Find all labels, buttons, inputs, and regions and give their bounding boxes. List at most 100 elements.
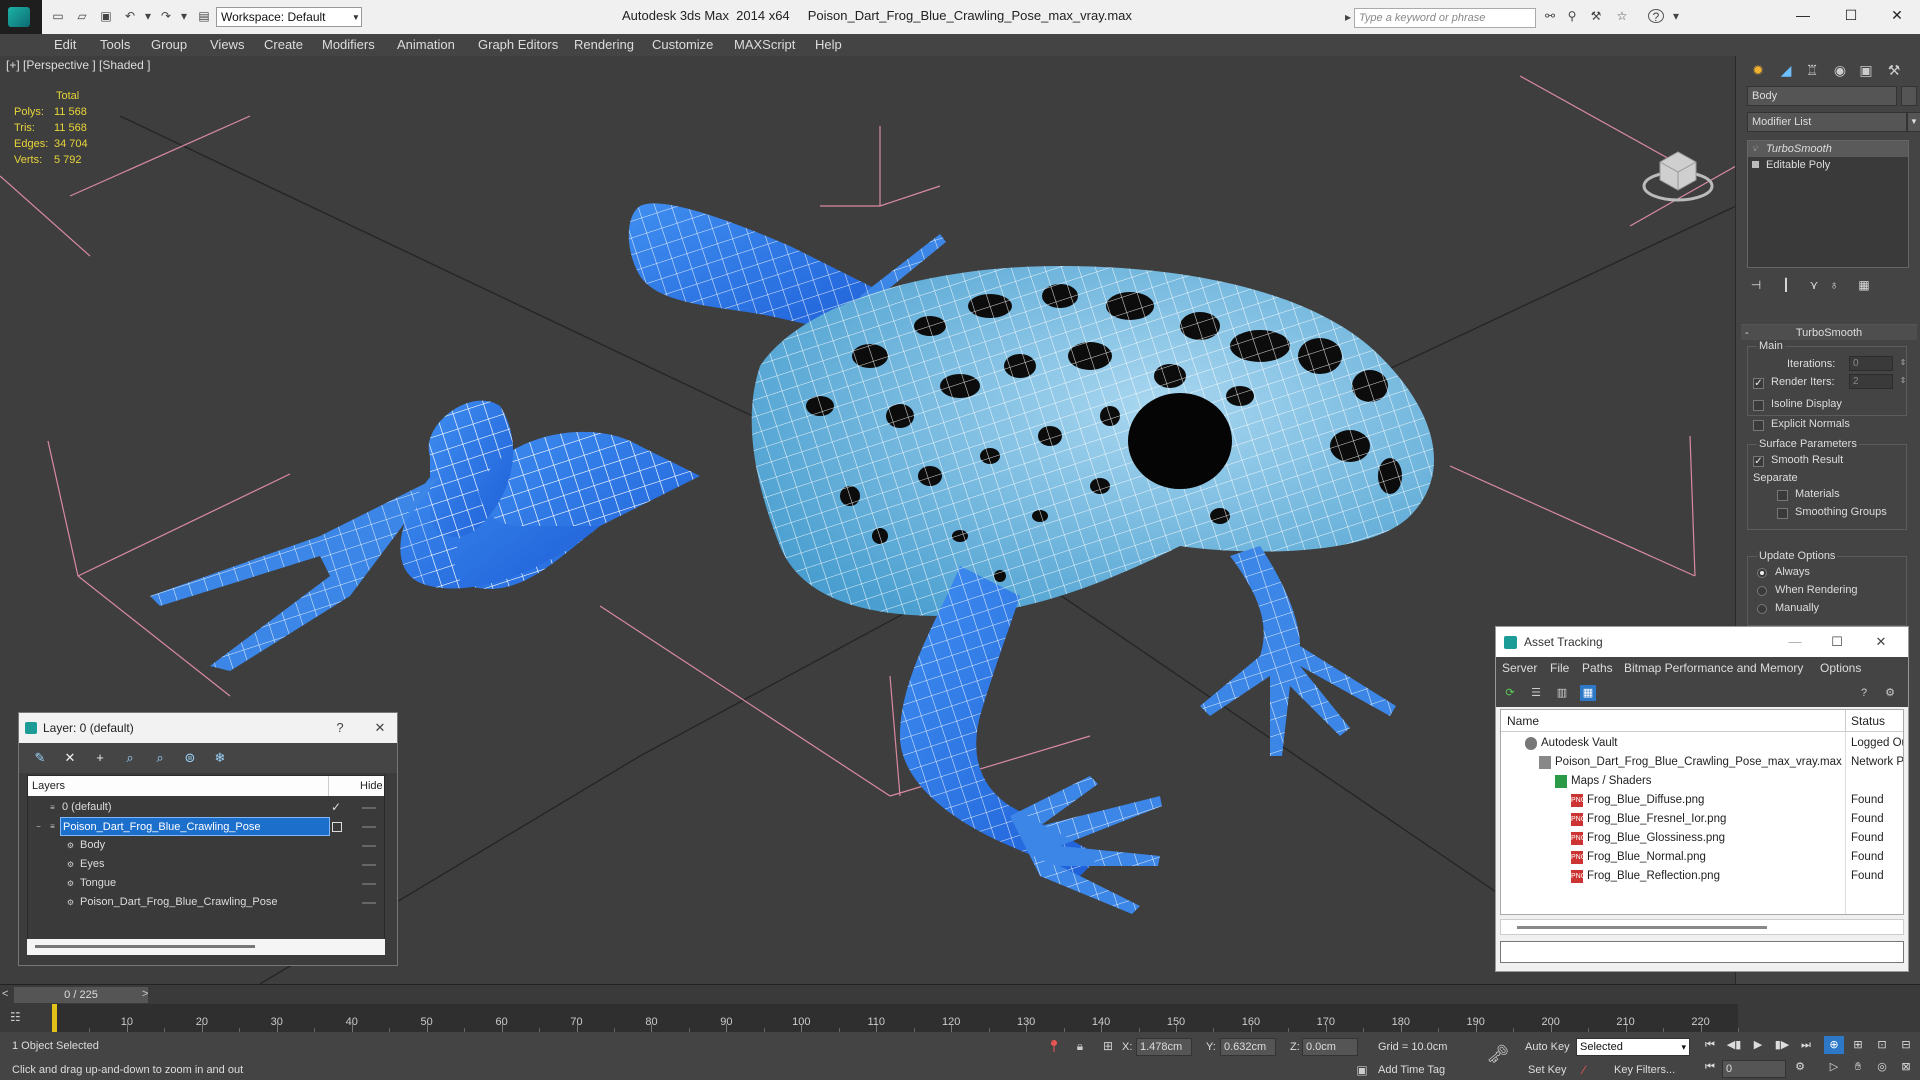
binoculars-icon[interactable]: ⚯: [1542, 9, 1558, 23]
orbit-icon[interactable]: ◎: [1872, 1058, 1892, 1076]
close-button[interactable]: ✕: [1866, 627, 1896, 657]
table-view-icon[interactable]: ▦: [1580, 685, 1596, 701]
open-file-icon[interactable]: ▱: [74, 9, 90, 23]
set-key-icon[interactable]: ⁄: [1576, 1062, 1592, 1078]
collapse-icon[interactable]: −: [34, 822, 43, 831]
isoline-display-checkbox[interactable]: [1753, 400, 1764, 411]
configure-modifier-sets-icon[interactable]: ▦: [1855, 276, 1873, 294]
iterations-spinner[interactable]: 0: [1849, 356, 1893, 371]
refresh-icon[interactable]: ⟳: [1502, 685, 1518, 701]
app-logo[interactable]: [0, 0, 42, 34]
maximize-viewport-icon[interactable]: ⊠: [1896, 1058, 1916, 1076]
pan-view-icon[interactable]: ✋︎: [1848, 1058, 1868, 1076]
thumbnail-view-icon[interactable]: ▥: [1554, 685, 1570, 701]
update-manually-radio[interactable]: [1757, 604, 1767, 614]
maximize-button[interactable]: ☐: [1822, 627, 1852, 657]
stack-item-editable-poly[interactable]: Editable Poly: [1748, 157, 1908, 173]
asset-row[interactable]: Autodesk Vault Logged Ou: [1501, 734, 1903, 753]
pin-stack-icon[interactable]: ⊣: [1747, 276, 1765, 294]
time-slider[interactable]: < 0 / 225 >: [0, 984, 1920, 1004]
object-name-field[interactable]: Body: [1747, 86, 1897, 106]
hide-toggle[interactable]: [362, 845, 376, 847]
select-objects-in-layer-icon[interactable]: ⌕: [121, 749, 139, 767]
zoom-icon[interactable]: ⊕: [1824, 1036, 1844, 1054]
key-filters-button[interactable]: Key Filters...: [1614, 1064, 1675, 1076]
y-coord-field[interactable]: 0.632cm: [1220, 1038, 1276, 1056]
explicit-normals-checkbox[interactable]: [1753, 420, 1764, 431]
remove-modifier-icon[interactable]: ♁: [1825, 276, 1843, 294]
render-iters-checkbox[interactable]: ✓: [1753, 378, 1764, 389]
menu-help[interactable]: Help: [815, 34, 842, 56]
create-layer-icon[interactable]: ✎: [31, 749, 49, 767]
time-slider-thumb[interactable]: 0 / 225: [14, 987, 148, 1003]
layer-row[interactable]: ⚙ Body: [28, 836, 384, 855]
utilities-tab-icon[interactable]: ⚒: [1881, 58, 1907, 82]
menu-tools[interactable]: Tools: [100, 34, 130, 56]
time-slider-next-button[interactable]: >: [142, 988, 148, 1000]
delete-layer-icon[interactable]: ✕: [61, 749, 79, 767]
key-set-dropdown[interactable]: Selected ▾: [1576, 1038, 1690, 1056]
time-tag-icon[interactable]: ▣: [1354, 1062, 1370, 1078]
scrollbar-thumb[interactable]: [1517, 926, 1767, 929]
asset-row[interactable]: PNG Frog_Blue_Normal.png Found: [1501, 848, 1903, 867]
add-time-tag-button[interactable]: Add Time Tag: [1378, 1064, 1445, 1076]
hide-toggle[interactable]: [362, 883, 376, 885]
workspace-extra-dropdown[interactable]: ▾: [348, 7, 364, 27]
layer-name[interactable]: Poison_Dart_Frog_Blue_Crawling_Pose: [60, 817, 330, 836]
status-column-header[interactable]: Status: [1851, 710, 1885, 732]
show-end-result-icon[interactable]: ┃: [1777, 276, 1795, 294]
menu-modifiers[interactable]: Modifiers: [322, 34, 375, 56]
project-folder-icon[interactable]: ▤: [196, 9, 212, 23]
layer-row[interactable]: − ≡ Poison_Dart_Frog_Blue_Crawling_Pose: [28, 817, 384, 836]
smooth-result-checkbox[interactable]: ✓: [1753, 456, 1764, 467]
selection-lock-icon[interactable]: 🔒︎: [1072, 1038, 1088, 1054]
hide-toggle[interactable]: [362, 807, 376, 809]
new-file-icon[interactable]: ▭: [50, 9, 66, 23]
menu-rendering[interactable]: Rendering: [574, 34, 634, 56]
asset-row[interactable]: Poison_Dart_Frog_Blue_Crawling_Pose_max_…: [1501, 753, 1903, 772]
play-icon[interactable]: ▶: [1748, 1036, 1768, 1054]
active-layer-check-icon[interactable]: ✓: [331, 798, 341, 817]
asset-menu-file[interactable]: File: [1550, 657, 1569, 679]
hide-toggle[interactable]: [362, 864, 376, 866]
object-name[interactable]: Eyes: [78, 855, 104, 874]
hide-column-header[interactable]: Hide: [360, 776, 383, 796]
help-icon[interactable]: ?: [1648, 9, 1664, 24]
active-layer-box[interactable]: [332, 822, 342, 832]
time-slider-prev-button[interactable]: <: [2, 988, 8, 1000]
hide-toggle[interactable]: [362, 902, 376, 904]
asset-menu-bitmap-performance[interactable]: Bitmap Performance and Memory: [1624, 657, 1803, 679]
menu-maxscript[interactable]: MAXScript: [734, 34, 795, 56]
next-frame-icon[interactable]: ▮▶: [1772, 1036, 1792, 1054]
update-always-radio[interactable]: [1757, 568, 1767, 578]
list-view-icon[interactable]: ☰: [1528, 685, 1544, 701]
layers-column-header[interactable]: Layers: [32, 776, 65, 796]
layer-row[interactable]: ⚙ Poison_Dart_Frog_Blue_Crawling_Pose: [28, 893, 384, 912]
track-bar-ruler[interactable]: 10 20 30 40 50 60 70 80 90 100 110 120 130 140 150 160 1…: [52, 1004, 1739, 1032]
modifier-list-dropdown[interactable]: Modifier List: [1747, 112, 1907, 132]
menu-graph-editors[interactable]: Graph Editors: [478, 34, 558, 56]
isolate-selection-icon[interactable]: 📍︎: [1046, 1038, 1062, 1054]
help-dropdown-icon[interactable]: ▾: [1668, 9, 1684, 23]
stack-item-turbosmooth[interactable]: 💡︎ TurboSmooth: [1748, 141, 1908, 157]
object-name[interactable]: Poison_Dart_Frog_Blue_Crawling_Pose: [78, 893, 278, 912]
set-keys-key-icon[interactable]: 🗝︎: [1486, 1045, 1510, 1063]
update-when-rendering-radio[interactable]: [1757, 586, 1767, 596]
layer-dialog-titlebar[interactable]: Layer: 0 (default) ? ✕: [19, 713, 397, 743]
freeze-all-layers-icon[interactable]: ❄: [211, 749, 229, 767]
create-tab-icon[interactable]: ✹: [1745, 58, 1771, 82]
key-mode-toggle-icon[interactable]: ⏮: [1700, 1058, 1720, 1076]
asset-dialog-titlebar[interactable]: Asset Tracking — ☐ ✕: [1496, 627, 1908, 657]
horizontal-scrollbar[interactable]: [1500, 919, 1904, 935]
asset-row[interactable]: PNG Frog_Blue_Glossiness.png Found: [1501, 829, 1903, 848]
field-of-view-icon[interactable]: ▷: [1824, 1058, 1844, 1076]
render-iters-spinner[interactable]: 2: [1849, 374, 1893, 389]
asset-menu-server[interactable]: Server: [1502, 657, 1537, 679]
communication-icon[interactable]: ⚒: [1588, 9, 1604, 23]
spinner-arrows-icon[interactable]: ⇕: [1895, 355, 1911, 371]
scrollbar-thumb[interactable]: [35, 945, 255, 948]
time-configuration-icon[interactable]: ⚙: [1790, 1058, 1810, 1076]
close-button[interactable]: ✕: [365, 713, 395, 743]
zoom-extents-all-icon[interactable]: ⊟: [1896, 1036, 1916, 1054]
highlight-selected-layer-icon[interactable]: ⌕: [151, 749, 169, 767]
